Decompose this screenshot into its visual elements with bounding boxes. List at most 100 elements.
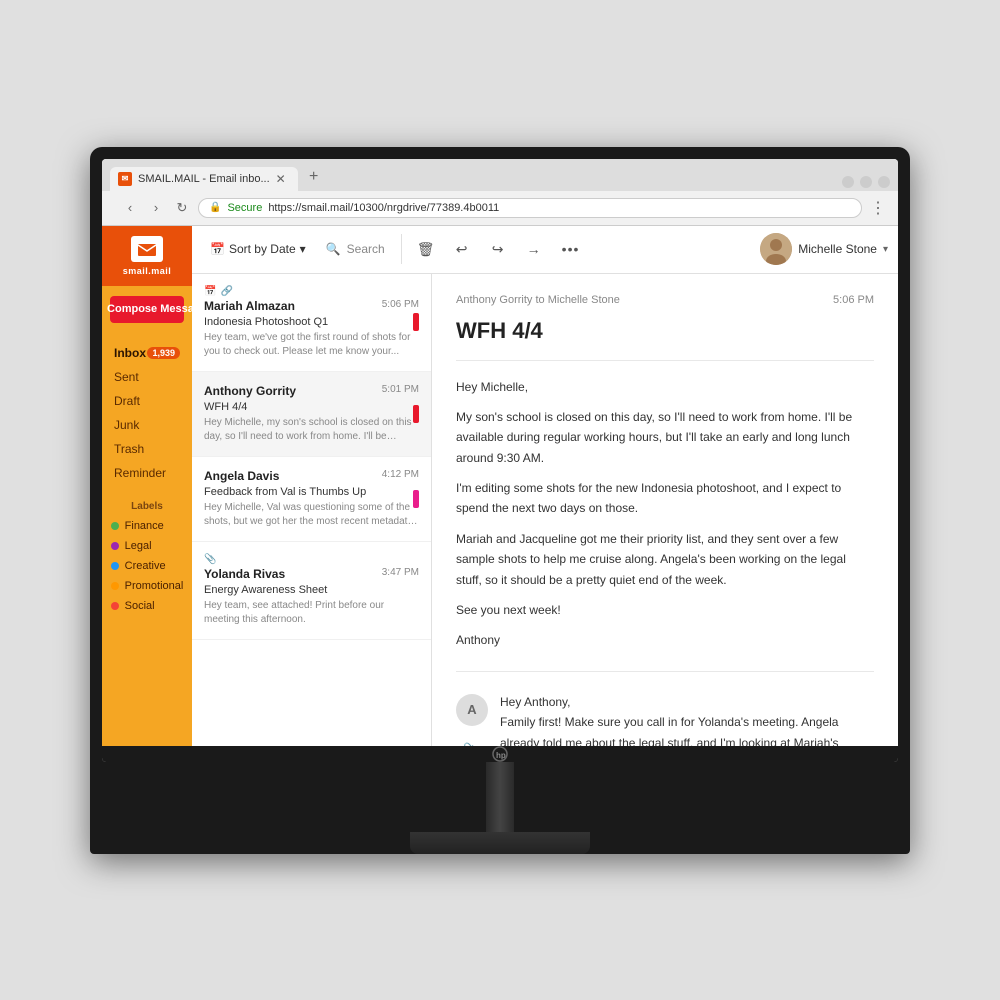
- stand-base: [410, 832, 590, 854]
- browser-tab-active[interactable]: ✉ SMAIL.MAIL - Email inbo... ✕: [110, 167, 298, 191]
- label-item-finance[interactable]: Finance: [102, 516, 195, 536]
- app-container: smail.mail ✏️ Compose Message Inbox 1,93…: [102, 226, 898, 746]
- email3-unread-dot: [413, 490, 419, 508]
- back-button[interactable]: ‹: [118, 196, 142, 220]
- social-dot: [111, 602, 119, 610]
- forward-button[interactable]: ›: [144, 196, 168, 220]
- labels-section-title: Labels: [119, 493, 175, 516]
- email4-subject: Energy Awareness Sheet: [204, 584, 419, 596]
- finance-label: Finance: [125, 520, 164, 532]
- sidebar-item-draft[interactable]: Draft: [102, 389, 192, 413]
- user-profile[interactable]: Michelle Stone ▾: [760, 233, 888, 265]
- toolbar-divider: [401, 234, 402, 264]
- label-item-creative[interactable]: Creative: [102, 556, 195, 576]
- sidebar-item-sent[interactable]: Sent: [102, 365, 192, 389]
- browser-controls: ‹ › ↻ 🔒 Secure https://smail.mail/10300/…: [102, 191, 898, 225]
- link-small-icon: 🔗: [220, 286, 232, 297]
- email2-preview: Hey Michelle, my son's school is closed …: [204, 416, 419, 444]
- body-para-1: My son's school is closed on this day, s…: [456, 407, 874, 468]
- undo-button[interactable]: ↩: [446, 233, 478, 265]
- email-list-panel: 📅 🔗 Mariah Almazan 5:06 PM Indonesia Pho…: [192, 274, 432, 746]
- sort-chevron-icon: ▾: [300, 242, 306, 256]
- sidebar-navigation: Inbox 1,939 Sent Draft Junk Trash: [102, 333, 192, 493]
- inbox-label: Inbox: [114, 346, 146, 360]
- email-body: Hey Michelle, My son's school is closed …: [456, 377, 874, 651]
- new-tab-button[interactable]: +: [302, 165, 326, 189]
- sort-by-date-button[interactable]: 📅 Sort by Date ▾: [202, 236, 314, 262]
- email-item-4[interactable]: 📎 Yolanda Rivas 3:47 PM Energy Awareness…: [192, 542, 431, 640]
- browser-menu-button[interactable]: ⋮: [866, 196, 890, 220]
- email1-subject: Indonesia Photoshoot Q1: [204, 316, 419, 328]
- reload-button[interactable]: ↻: [170, 196, 194, 220]
- reply-body: Hey Anthony, Family first! Make sure you…: [500, 692, 874, 746]
- reply-avatar: A: [456, 694, 488, 726]
- label-item-social[interactable]: Social: [102, 596, 195, 616]
- hp-logo: hp: [488, 742, 512, 762]
- delete-button[interactable]: 🗑: [410, 233, 442, 265]
- email3-time: 4:12 PM: [382, 469, 419, 480]
- monitor-stand: [102, 762, 898, 854]
- label-item-promotional[interactable]: Promotional: [102, 576, 195, 596]
- monitor: ✉ SMAIL.MAIL - Email inbo... ✕ + ‹ › ↻: [90, 147, 910, 854]
- social-label: Social: [125, 600, 155, 612]
- junk-label: Junk: [114, 418, 139, 432]
- undo-icon: ↩: [456, 241, 468, 258]
- email3-sender: Angela Davis: [204, 469, 279, 483]
- sidebar-logo: smail.mail: [102, 226, 192, 286]
- promotional-dot: [111, 582, 119, 590]
- draft-label: Draft: [114, 394, 140, 408]
- email4-header: Yolanda Rivas 3:47 PM: [204, 567, 419, 581]
- email-item-1[interactable]: 📅 🔗 Mariah Almazan 5:06 PM Indonesia Pho…: [192, 274, 431, 372]
- more-button[interactable]: •••: [554, 237, 588, 261]
- undo2-button[interactable]: ↪: [482, 233, 514, 265]
- logo-icon: [131, 236, 163, 262]
- sidebar-item-trash[interactable]: Trash: [102, 437, 192, 461]
- sidebar-item-junk[interactable]: Junk: [102, 413, 192, 437]
- logo-text: smail.mail: [123, 266, 172, 276]
- body-para-2: I'm editing some shots for the new Indon…: [456, 478, 874, 519]
- email-view-time: 5:06 PM: [833, 294, 874, 306]
- legal-label: Legal: [125, 540, 152, 552]
- search-icon: 🔍: [326, 242, 341, 256]
- user-chevron-icon: ▾: [883, 244, 888, 255]
- user-name: Michelle Stone: [798, 242, 877, 256]
- tab-close-button[interactable]: ✕: [276, 172, 286, 186]
- window-maximize-button[interactable]: [860, 176, 872, 188]
- reply-section: A 📎 Hey Anthony, Family first! Make sure…: [456, 692, 874, 746]
- window-minimize-button[interactable]: [842, 176, 854, 188]
- sidebar: smail.mail ✏️ Compose Message Inbox 1,93…: [102, 226, 192, 746]
- email-meta: Anthony Gorrity to Michelle Stone: [456, 294, 620, 306]
- email2-subject: WFH 4/4: [204, 401, 419, 413]
- email-item-2[interactable]: Anthony Gorrity 5:01 PM WFH 4/4 Hey Mich…: [192, 372, 431, 457]
- body-para-5: Anthony: [456, 630, 874, 650]
- inbox-badge: 1,939: [147, 347, 180, 359]
- more-dots-icon: •••: [562, 241, 580, 257]
- tab-label: SMAIL.MAIL - Email inbo...: [138, 173, 270, 185]
- search-label: Search: [347, 242, 385, 256]
- email-thread-header: Anthony Gorrity to Michelle Stone 5:06 P…: [456, 294, 874, 361]
- email-reading-pane: Anthony Gorrity to Michelle Stone 5:06 P…: [432, 274, 898, 746]
- email-item-3[interactable]: Angela Davis 4:12 PM Feedback from Val i…: [192, 457, 431, 542]
- sidebar-item-reminder[interactable]: Reminder: [102, 461, 192, 485]
- body-para-3: Mariah and Jacqueline got me their prior…: [456, 529, 874, 590]
- sort-label: Sort by Date: [229, 242, 296, 256]
- browser-chrome: ✉ SMAIL.MAIL - Email inbo... ✕ + ‹ › ↻: [102, 159, 898, 226]
- address-bar[interactable]: 🔒 Secure https://smail.mail/10300/nrgdri…: [198, 198, 862, 218]
- label-item-legal[interactable]: Legal: [102, 536, 195, 556]
- compose-button[interactable]: ✏️ Compose Message: [110, 296, 184, 323]
- labels-list: Finance Legal Creative Promotional: [102, 516, 195, 616]
- reply-text: Family first! Make sure you call in for …: [500, 712, 874, 745]
- sidebar-item-inbox[interactable]: Inbox 1,939: [102, 341, 192, 365]
- window-close-button[interactable]: [878, 176, 890, 188]
- trash-label: Trash: [114, 442, 144, 456]
- search-box[interactable]: 🔍 Search: [318, 236, 393, 262]
- email2-time: 5:01 PM: [382, 384, 419, 395]
- email1-header: Mariah Almazan 5:06 PM: [204, 299, 419, 313]
- sent-label: Sent: [114, 370, 139, 384]
- avatar: [760, 233, 792, 265]
- email1-unread-dot: [413, 313, 419, 331]
- forward-action-button[interactable]: →: [518, 233, 550, 265]
- monitor-bezel-bottom: hp: [102, 746, 898, 762]
- app-right-panel: 📅 Sort by Date ▾ 🔍 Search 🗑 ↩: [192, 226, 898, 746]
- promotional-label: Promotional: [125, 580, 184, 592]
